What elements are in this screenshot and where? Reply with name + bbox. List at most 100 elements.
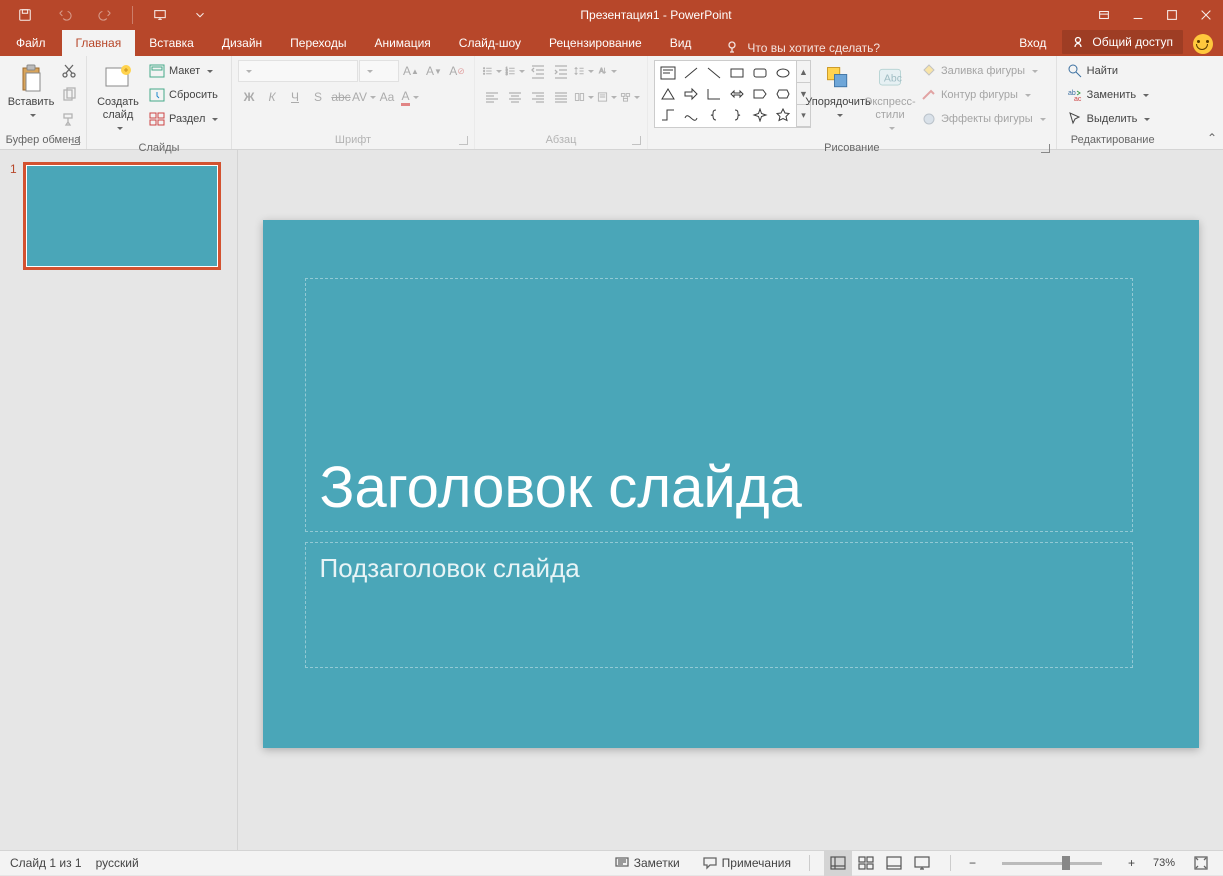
group-font-label[interactable]: Шрифт xyxy=(236,132,470,149)
shape-triangle-icon[interactable] xyxy=(657,84,679,104)
sign-in-button[interactable]: Вход xyxy=(1007,30,1058,56)
tab-review[interactable]: Рецензирование xyxy=(535,30,656,56)
language-button[interactable]: русский xyxy=(96,856,139,870)
section-button[interactable]: Раздел xyxy=(145,108,225,130)
underline-button[interactable]: Ч xyxy=(284,86,306,108)
align-center-button[interactable] xyxy=(504,86,526,108)
line-spacing-button[interactable] xyxy=(573,60,595,82)
shape-star5-icon[interactable] xyxy=(772,105,794,125)
group-clipboard-label[interactable]: Буфер обмена xyxy=(4,132,82,149)
find-button[interactable]: Найти xyxy=(1063,60,1163,82)
tell-me-search[interactable]: Что вы хотите сделать? xyxy=(725,40,880,56)
slideshow-view-button[interactable] xyxy=(908,851,936,876)
shape-brace-r-icon[interactable] xyxy=(726,105,748,125)
format-painter-button[interactable] xyxy=(58,108,80,130)
italic-button[interactable]: К xyxy=(261,86,283,108)
shape-brace-l-icon[interactable] xyxy=(703,105,725,125)
notes-button[interactable]: Заметки xyxy=(610,851,684,876)
shapes-gallery[interactable] xyxy=(654,60,797,128)
align-text-button[interactable] xyxy=(596,86,618,108)
tab-file[interactable]: Файл xyxy=(0,30,62,56)
minimize-button[interactable] xyxy=(1121,0,1155,30)
zoom-value[interactable]: 73% xyxy=(1153,857,1175,869)
bold-button[interactable]: Ж xyxy=(238,86,260,108)
clear-formatting-button[interactable]: A⊘ xyxy=(446,60,468,82)
customize-qat-button[interactable] xyxy=(183,0,217,30)
subtitle-placeholder[interactable]: Подзаголовок слайда xyxy=(305,542,1133,668)
shape-roundrect-icon[interactable] xyxy=(749,63,771,83)
strikethrough-button[interactable]: abc xyxy=(330,86,352,108)
ribbon-display-options-button[interactable] xyxy=(1087,0,1121,30)
redo-button[interactable] xyxy=(88,0,122,30)
justify-button[interactable] xyxy=(550,86,572,108)
thumbnail-1[interactable]: 1 xyxy=(10,162,227,270)
sorter-view-button[interactable] xyxy=(852,851,880,876)
tab-animations[interactable]: Анимация xyxy=(360,30,444,56)
new-slide-button[interactable]: Создать слайд xyxy=(93,60,143,138)
shape-effects-button[interactable]: Эффекты фигуры xyxy=(917,108,1050,130)
zoom-slider[interactable] xyxy=(1002,862,1102,865)
replace-button[interactable]: abacЗаменить xyxy=(1063,84,1163,106)
slide-counter[interactable]: Слайд 1 из 1 xyxy=(10,856,82,870)
tab-design[interactable]: Дизайн xyxy=(208,30,276,56)
shape-arrow-lr-icon[interactable] xyxy=(726,84,748,104)
shape-rect-icon[interactable] xyxy=(726,63,748,83)
slide-editor[interactable]: Заголовок слайда Подзаголовок слайда xyxy=(238,150,1223,850)
shape-outline-button[interactable]: Контур фигуры xyxy=(917,84,1050,106)
shadow-button[interactable]: S xyxy=(307,86,329,108)
numbering-button[interactable]: 123 xyxy=(504,60,526,82)
quick-styles-button[interactable]: Abc Экспресс- стили xyxy=(865,60,915,138)
undo-button[interactable] xyxy=(48,0,82,30)
arrange-button[interactable]: Упорядочить xyxy=(813,60,863,124)
shape-textbox-icon[interactable] xyxy=(657,63,679,83)
normal-view-button[interactable] xyxy=(824,851,852,876)
shape-elbow-icon[interactable] xyxy=(703,84,725,104)
shapes-gallery-scroll[interactable]: ▲▼▾ xyxy=(797,60,811,128)
tab-insert[interactable]: Вставка xyxy=(135,30,208,56)
shape-line-icon[interactable] xyxy=(680,63,702,83)
share-button[interactable]: Общий доступ xyxy=(1062,30,1183,54)
paste-button[interactable]: Вставить xyxy=(6,60,56,124)
comments-button[interactable]: Примечания xyxy=(698,851,795,876)
columns-button[interactable] xyxy=(573,86,595,108)
feedback-emoji-icon[interactable] xyxy=(1193,34,1213,54)
shape-arrow-r-icon[interactable] xyxy=(680,84,702,104)
collapse-ribbon-button[interactable]: ⌃ xyxy=(1207,131,1217,145)
group-paragraph-label[interactable]: Абзац xyxy=(479,132,643,149)
tab-slideshow[interactable]: Слайд-шоу xyxy=(445,30,535,56)
shape-line2-icon[interactable] xyxy=(703,63,725,83)
fit-to-window-button[interactable] xyxy=(1189,851,1213,876)
char-spacing-button[interactable]: AV xyxy=(353,86,375,108)
bullets-button[interactable] xyxy=(481,60,503,82)
change-case-button[interactable]: Aa xyxy=(376,86,398,108)
zoom-out-button[interactable]: − xyxy=(965,851,980,876)
shape-oval-icon[interactable] xyxy=(772,63,794,83)
maximize-button[interactable] xyxy=(1155,0,1189,30)
zoom-in-button[interactable]: + xyxy=(1124,851,1139,876)
close-button[interactable] xyxy=(1189,0,1223,30)
slide-canvas[interactable]: Заголовок слайда Подзаголовок слайда xyxy=(263,220,1199,748)
font-size-input[interactable] xyxy=(359,60,399,82)
shape-elbow2-icon[interactable] xyxy=(657,105,679,125)
align-right-button[interactable] xyxy=(527,86,549,108)
tab-view[interactable]: Вид xyxy=(656,30,706,56)
select-button[interactable]: Выделить xyxy=(1063,108,1163,130)
save-button[interactable] xyxy=(8,0,42,30)
reset-button[interactable]: Сбросить xyxy=(145,84,225,106)
thumbnail-pane[interactable]: 1 xyxy=(0,150,238,850)
group-drawing-label[interactable]: Рисование xyxy=(652,140,1052,157)
copy-button[interactable] xyxy=(58,84,80,106)
decrease-font-button[interactable]: A▼ xyxy=(423,60,445,82)
thumbnail-preview[interactable] xyxy=(23,162,221,270)
smartart-button[interactable] xyxy=(619,86,641,108)
layout-button[interactable]: Макет xyxy=(145,60,225,82)
decrease-indent-button[interactable] xyxy=(527,60,549,82)
tab-home[interactable]: Главная xyxy=(62,30,136,56)
start-from-beginning-button[interactable] xyxy=(143,0,177,30)
increase-indent-button[interactable] xyxy=(550,60,572,82)
shape-hexagon-icon[interactable] xyxy=(772,84,794,104)
tab-transitions[interactable]: Переходы xyxy=(276,30,360,56)
reading-view-button[interactable] xyxy=(880,851,908,876)
shape-star4-icon[interactable] xyxy=(749,105,771,125)
shape-pentagon-icon[interactable] xyxy=(749,84,771,104)
